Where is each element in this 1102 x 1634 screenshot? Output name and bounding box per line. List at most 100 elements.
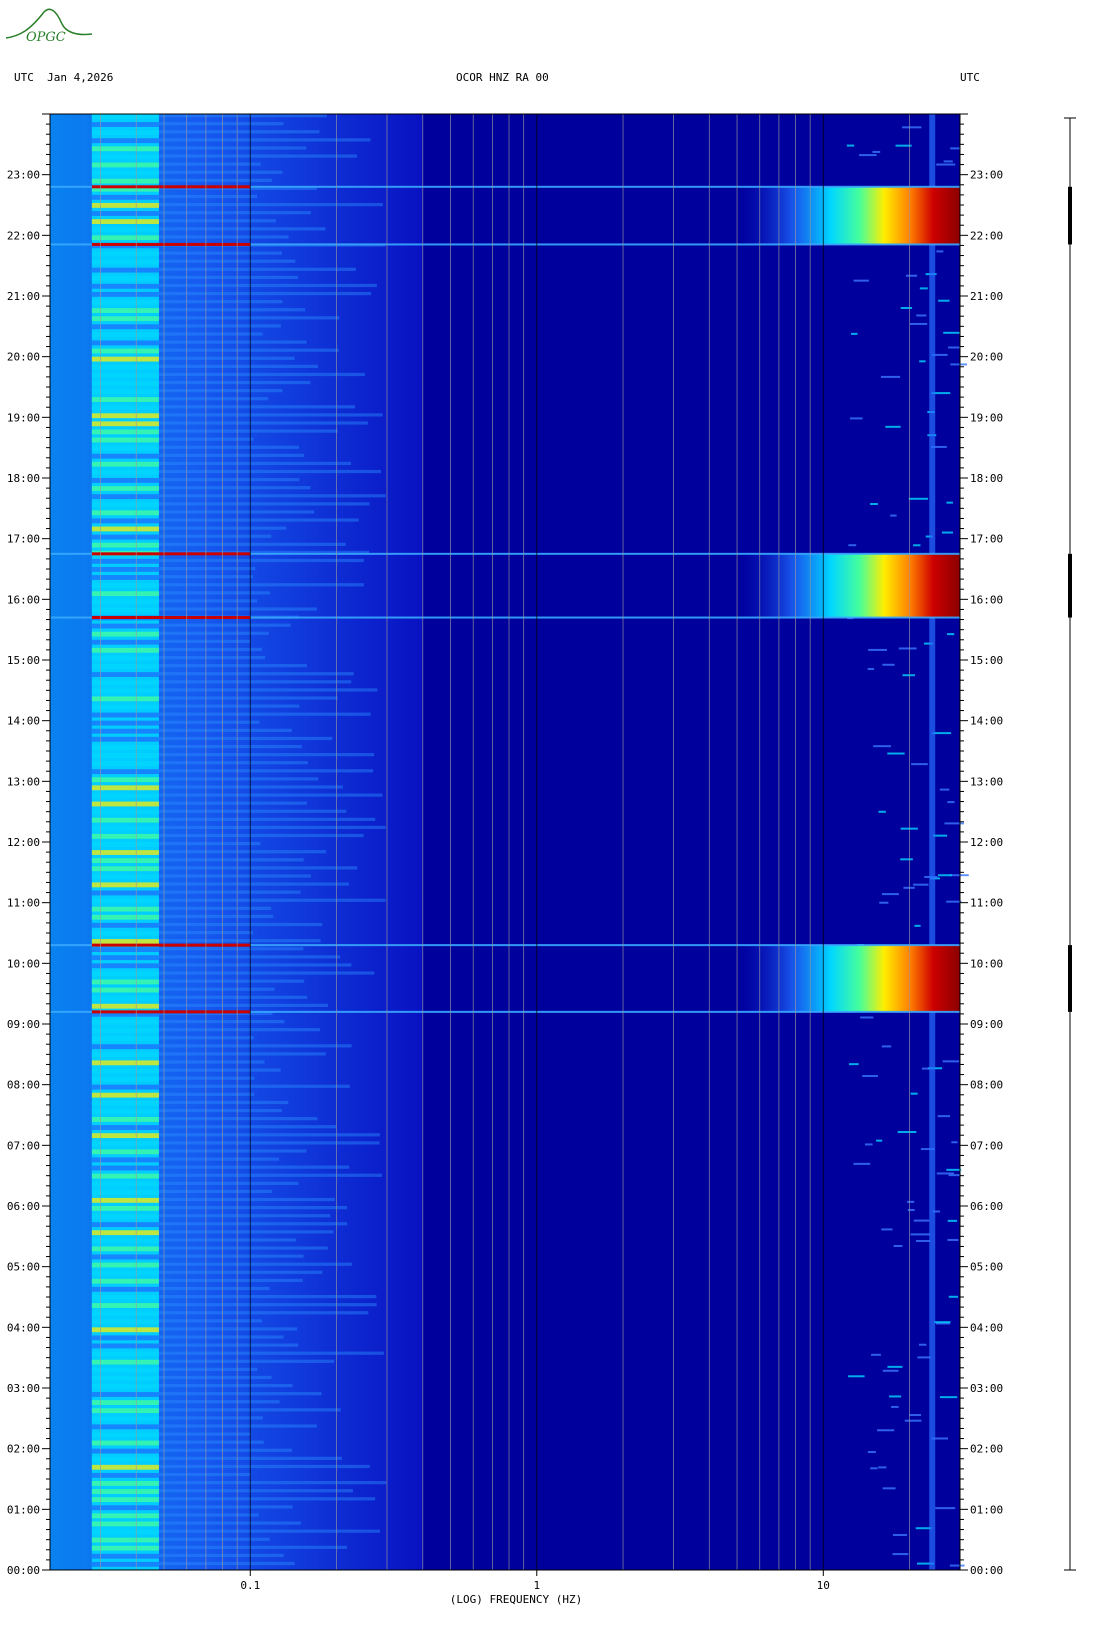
heatmap-row-cell bbox=[158, 801, 308, 805]
heatmap-speckle bbox=[949, 874, 969, 877]
heatmap-row-cell bbox=[158, 1319, 262, 1323]
heatmap-row-cell bbox=[91, 1003, 159, 1009]
y-tick-label-right: 21:00 bbox=[970, 290, 1003, 303]
heatmap-row-cell bbox=[158, 1092, 255, 1096]
heatmap-row-cell bbox=[91, 389, 159, 394]
spectrogram-figure: OPGC UTC Jan 4,2026 OCOR HNZ RA 00 UTC 0… bbox=[5, 8, 1076, 1606]
heatmap-speckle bbox=[942, 1060, 960, 1063]
heatmap-row-cell bbox=[158, 1197, 335, 1202]
heatmap-row-cell bbox=[158, 1489, 353, 1493]
heatmap-row-cell bbox=[91, 623, 159, 629]
heatmap-row-cell bbox=[158, 194, 258, 199]
heatmap-row-cell bbox=[158, 154, 358, 158]
heatmap-row-cell bbox=[91, 162, 159, 168]
heatmap-row-cell bbox=[91, 1408, 159, 1414]
heatmap-row-cell bbox=[91, 1286, 159, 1292]
heatmap-row-cell bbox=[91, 728, 159, 734]
y-tick-label-left: 01:00 bbox=[7, 1503, 40, 1516]
heatmap-row-cell bbox=[158, 534, 272, 538]
heatmap-row-cell bbox=[158, 1537, 270, 1541]
heatmap-speckle bbox=[946, 501, 953, 504]
heatmap-speckle bbox=[950, 147, 960, 150]
heatmap-row-cell bbox=[91, 372, 159, 378]
heatmap-speckle bbox=[881, 893, 899, 896]
heatmap-row-cell bbox=[158, 817, 376, 821]
heatmap-speckle bbox=[906, 1200, 915, 1203]
heatmap-row-cell bbox=[91, 1019, 159, 1025]
heatmap-speckle bbox=[948, 346, 960, 349]
heatmap-row-cell bbox=[91, 987, 159, 993]
side-amplitude-trace bbox=[1064, 117, 1076, 1571]
heatmap-row-cell bbox=[158, 445, 300, 449]
heatmap-row-cell bbox=[91, 566, 159, 572]
heatmap-row-cell bbox=[91, 922, 159, 928]
heatmap-speckle bbox=[918, 1343, 927, 1346]
heatmap-row-cell bbox=[158, 1497, 376, 1501]
heatmap-row-cell bbox=[91, 979, 159, 985]
heatmap-row-cell bbox=[158, 712, 371, 716]
heatmap-row-cell bbox=[91, 170, 159, 176]
heatmap-speckle bbox=[873, 745, 891, 748]
heatmap-row-cell bbox=[158, 599, 258, 603]
y-tick-label-left: 04:00 bbox=[7, 1321, 40, 1334]
heatmap-row-cell bbox=[158, 995, 308, 999]
heatmap-row-cell bbox=[158, 1392, 322, 1396]
heatmap-row-cell bbox=[158, 170, 283, 174]
heatmap-speckle bbox=[892, 1553, 909, 1556]
heatmap-speckle bbox=[900, 306, 913, 309]
heatmap-row-cell bbox=[158, 971, 375, 975]
heatmap-row-cell bbox=[91, 122, 159, 127]
heatmap-row-cell bbox=[91, 453, 159, 459]
heatmap-row-cell bbox=[158, 146, 307, 150]
heatmap-speckle bbox=[943, 160, 953, 163]
heatmap-row-cell bbox=[158, 1505, 293, 1509]
heatmap-row-cell bbox=[91, 955, 159, 961]
heatmap-row-cell bbox=[158, 122, 284, 126]
heatmap-speckle bbox=[946, 900, 962, 903]
heatmap-row-cell bbox=[91, 332, 159, 338]
heatmap-row-cell bbox=[158, 842, 261, 846]
heatmap-speckle bbox=[939, 1396, 958, 1399]
heatmap-row-cell bbox=[158, 1084, 350, 1088]
heatmap-row-cell bbox=[91, 583, 159, 589]
heatmap-row-cell bbox=[158, 955, 341, 959]
heatmap-row-cell bbox=[158, 300, 283, 304]
heatmap-row-cell bbox=[158, 1036, 254, 1040]
heatmap-energy-burst bbox=[737, 945, 960, 1012]
y-tick-label-right: 09:00 bbox=[970, 1018, 1003, 1031]
heatmap-speckle bbox=[881, 1045, 892, 1048]
heatmap-row-cell bbox=[158, 1173, 383, 1177]
heatmap-speckle bbox=[919, 360, 926, 363]
y-tick-label-left: 03:00 bbox=[7, 1382, 40, 1395]
y-tick-label-right: 15:00 bbox=[970, 654, 1003, 667]
y-tick-label-left: 20:00 bbox=[7, 351, 40, 364]
heatmap-speckle bbox=[950, 363, 967, 366]
heatmap-row-cell bbox=[91, 227, 159, 233]
heatmap-row-cell bbox=[158, 340, 307, 344]
heatmap-row-cell bbox=[158, 162, 261, 166]
y-tick-label-left: 19:00 bbox=[7, 411, 40, 424]
heatmap-speckle bbox=[846, 144, 855, 147]
heatmap-speckle bbox=[904, 1419, 922, 1422]
y-tick-label-right: 16:00 bbox=[970, 593, 1003, 606]
heatmap-row-cell bbox=[91, 405, 159, 411]
heatmap-speckle bbox=[936, 163, 956, 166]
heatmap-row-cell bbox=[91, 720, 159, 726]
heatmap-row-cell bbox=[158, 583, 364, 587]
heatmap-row-cell bbox=[91, 138, 159, 144]
heatmap-row-cell bbox=[158, 672, 354, 676]
heatmap-row-cell bbox=[158, 1529, 380, 1533]
heatmap-row-cell bbox=[91, 1044, 159, 1050]
heatmap-row-cell bbox=[158, 623, 291, 627]
y-tick-label-left: 06:00 bbox=[7, 1200, 40, 1213]
heatmap-row-cell bbox=[91, 1092, 159, 1098]
heatmap-row-cell bbox=[91, 558, 159, 564]
heatmap-row-cell bbox=[158, 405, 356, 409]
heatmap-row-cell bbox=[91, 1125, 159, 1130]
heatmap-row-cell bbox=[91, 680, 159, 686]
heatmap-row-cell bbox=[158, 874, 311, 878]
heatmap-row-cell bbox=[158, 922, 323, 927]
heatmap-row-cell bbox=[158, 882, 349, 886]
heatmap-row-cell bbox=[91, 114, 159, 119]
heatmap-row-cell bbox=[158, 1303, 377, 1307]
